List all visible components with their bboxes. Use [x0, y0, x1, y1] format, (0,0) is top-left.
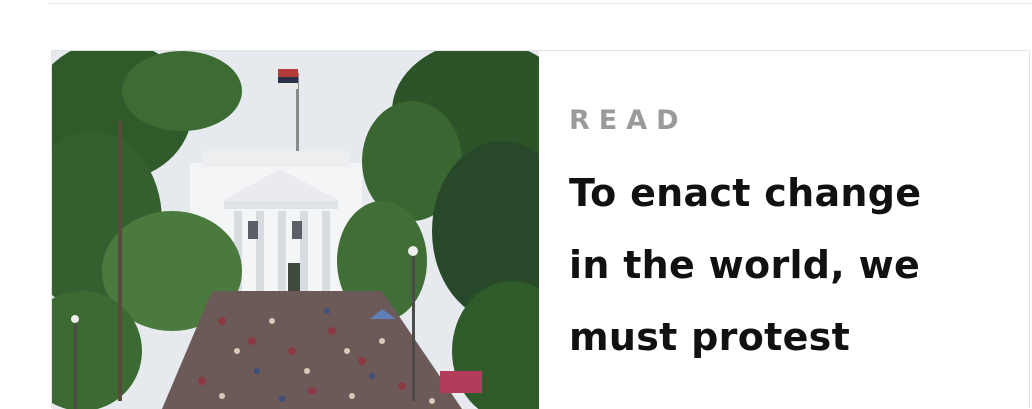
- white-house-protest-photo: [52, 51, 539, 409]
- article-headline[interactable]: To enact change in the world, we must pr…: [569, 157, 969, 373]
- article-text: READ To enact change in the world, we mu…: [539, 51, 1029, 408]
- section-kicker: READ: [569, 105, 688, 136]
- article-card[interactable]: READ To enact change in the world, we mu…: [51, 50, 1030, 409]
- article-thumbnail[interactable]: [52, 51, 539, 409]
- top-divider: [48, 0, 1032, 4]
